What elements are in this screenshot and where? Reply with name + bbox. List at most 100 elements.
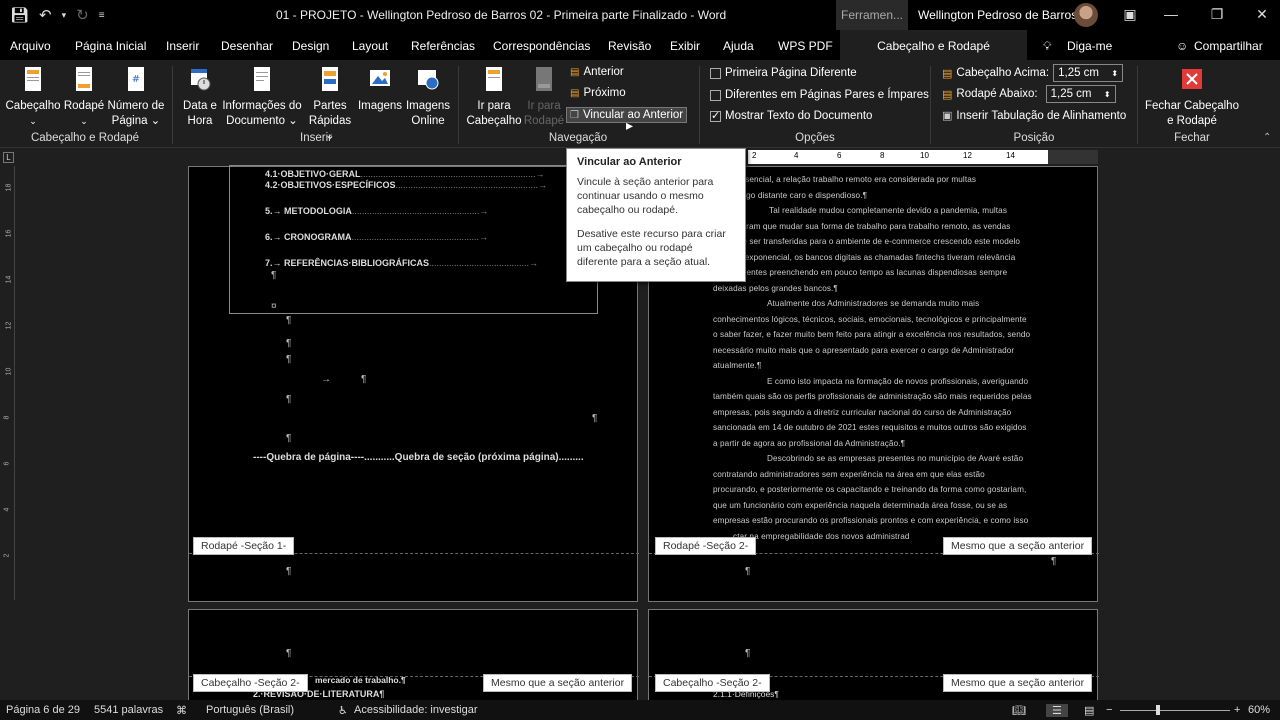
header-section-2-tag: Cabeçalho -Seção 2-	[193, 674, 308, 692]
go-to-footer-button[interactable]: Ir para Rodapé	[522, 66, 566, 129]
tab-layout[interactable]: Layout	[352, 39, 388, 53]
same-as-previous-tag: Mesmo que a seção anterior	[943, 674, 1093, 692]
header-button[interactable]: Cabeçalho ⌄	[5, 66, 61, 129]
toc-entry[interactable]: 4.2·OBJETIVOS·ESPECÍFICOS...............…	[265, 180, 547, 190]
close-header-footer-button[interactable]: Fechar Cabeçalho e Rodapé	[1144, 66, 1240, 129]
ribbon-tabs: Arquivo Página Inicial Inserir Desenhar …	[0, 30, 1280, 60]
tab-selector[interactable]: L	[3, 152, 14, 163]
page-number-button[interactable]: # Número de Página ⌄	[106, 66, 166, 129]
share-icon: ☺	[1176, 39, 1189, 53]
go-to-header-button[interactable]: Ir para Cabeçalho	[466, 66, 522, 129]
page-bottom-left: ¶ mercado de trabalho.¶ 2.·REVISÃO·DE·LI…	[188, 609, 639, 709]
tooltip-text: Desative este recurso para criar um cabe…	[577, 228, 726, 268]
online-images-button[interactable]: Imagens Online	[404, 66, 452, 129]
undo-dropdown-icon[interactable]: ▾	[62, 10, 67, 21]
page-bottom-right: ¶ 2.1.1·Definições¶ Cabeçalho -Seção 2- …	[648, 609, 1099, 709]
group-label-opcoes: Opções	[795, 132, 835, 144]
context-tools-tab: Ferramen...	[836, 0, 908, 30]
toc-entry[interactable]: 5.→ METODOLOGIA.........................…	[265, 206, 488, 216]
print-layout-icon[interactable]: ☰	[1046, 704, 1068, 717]
word-count[interactable]: 5541 palavras	[94, 704, 163, 716]
toc-entry[interactable]: 7.→ REFERÊNCIAS·BIBLIOGRÁFICAS..........…	[265, 258, 538, 268]
footer-bottom-spinner[interactable]: 1,25 cm ⬍	[1045, 85, 1116, 103]
proofing-icon[interactable]: ⌘	[176, 704, 187, 717]
tab-revisao[interactable]: Revisão	[608, 39, 651, 53]
go-to-footer-icon	[536, 67, 552, 91]
date-time-button[interactable]: Data e Hora	[180, 66, 220, 129]
go-to-header-icon	[486, 67, 502, 91]
quick-access-toolbar: 💾︎ ↶ ▾ ↻ ≡	[0, 6, 240, 24]
share-button[interactable]: Compartilhar	[1194, 39, 1263, 53]
header-position-icon: ▤	[942, 67, 953, 80]
header-icon	[25, 67, 41, 91]
page-number-icon: #	[128, 67, 144, 91]
title-bar: 💾︎ ↶ ▾ ↻ ≡ 01 - PROJETO - Wellington Ped…	[0, 0, 1280, 30]
zoom-in-icon[interactable]: +	[1234, 704, 1240, 716]
tooltip-title: Vincular ao Anterior	[577, 156, 682, 168]
quick-parts-icon	[322, 67, 338, 91]
customize-qat-icon[interactable]: ≡	[99, 10, 105, 21]
avatar[interactable]	[1074, 3, 1098, 27]
show-document-text-checkbox[interactable]: Mostrar Texto do Documento	[710, 109, 872, 122]
document-info-button[interactable]: Informações do Documento ⌄	[220, 66, 304, 129]
previous-button[interactable]: ▤ Anterior	[570, 66, 624, 78]
ribbon: Cabeçalho ⌄ Rodapé ⌄ # Número de Página …	[0, 60, 1280, 148]
first-page-different-checkbox[interactable]: Primeira Página Diferente	[710, 67, 857, 79]
tab-design[interactable]: Design	[292, 39, 329, 53]
window-title: 01 - PROJETO - Wellington Pedroso de Bar…	[276, 8, 727, 22]
group-label-navegacao: Navegação	[548, 132, 608, 144]
tab-wps-pdf[interactable]: WPS PDF	[778, 39, 833, 53]
group-label-cabecalho: Cabeçalho e Rodapé	[30, 132, 140, 144]
link-to-previous-tooltip: Vincular ao Anterior Vincule à seção ant…	[566, 148, 746, 282]
calendar-clock-icon	[191, 69, 211, 91]
alignment-tab-icon: ▣	[942, 110, 953, 122]
header-top-spinner[interactable]: 1,25 cm ⬍	[1053, 64, 1124, 82]
tab-arquivo[interactable]: Arquivo	[10, 39, 51, 53]
tab-cabecalho-rodape[interactable]: Cabeçalho e Rodapé	[840, 30, 1027, 60]
vertical-ruler: 18 16 14 12 10 8 6 4 2	[3, 166, 15, 600]
tooltip-text: Vincule à seção anterior para continuar …	[577, 176, 714, 216]
tab-correspondencias[interactable]: Correspondências	[493, 39, 590, 53]
status-bar: Página 6 de 29 5541 palavras ⌘ Português…	[0, 700, 1280, 720]
accessibility-status[interactable]: Acessibilidade: investigar	[354, 704, 478, 716]
maximize-icon[interactable]: ❐	[1202, 6, 1232, 23]
language[interactable]: Português (Brasil)	[206, 704, 294, 716]
footer-section-1-tag: Rodapé -Seção 1-	[193, 537, 295, 555]
zoom-slider[interactable]	[1120, 710, 1230, 711]
ribbon-display-icon[interactable]: ▣	[1115, 6, 1145, 23]
page-count[interactable]: Página 6 de 29	[6, 704, 80, 716]
header-section-2-tag: Cabeçalho -Seção 2-	[655, 674, 770, 692]
undo-icon[interactable]: ↶	[39, 6, 52, 24]
zoom-level[interactable]: 60%	[1248, 704, 1270, 716]
minimize-icon[interactable]: —	[1156, 6, 1186, 22]
tab-pagina-inicial[interactable]: Página Inicial	[75, 39, 146, 53]
accessibility-icon: ♿︎	[338, 705, 348, 717]
save-icon[interactable]: 💾︎	[10, 6, 29, 24]
odd-even-different-checkbox[interactable]: Diferentes em Páginas Pares e Ímpares	[710, 89, 929, 101]
next-button[interactable]: ▤ Próximo	[570, 87, 626, 99]
tab-inserir[interactable]: Inserir	[166, 39, 199, 53]
redo-icon[interactable]: ↻	[76, 6, 89, 24]
tab-exibir[interactable]: Exibir	[670, 39, 700, 53]
horizontal-ruler: 2 4 6 8 10 12 14	[748, 150, 1098, 164]
tab-ajuda[interactable]: Ajuda	[723, 39, 754, 53]
toc-entry[interactable]: 4.1·OBJETIVO·GERAL......................…	[265, 169, 545, 179]
images-button[interactable]: Imagens	[356, 66, 404, 114]
header-top-setting: ▤ Cabeçalho Acima: 1,25 cm ⬍	[942, 64, 1124, 82]
zoom-out-icon[interactable]: −	[1106, 704, 1112, 716]
online-image-icon	[418, 70, 439, 90]
footer-button[interactable]: Rodapé ⌄	[62, 66, 106, 129]
toc-entry[interactable]: 6.→ CRONOGRAMA..........................…	[265, 232, 488, 242]
tab-desenhar[interactable]: Desenhar	[221, 39, 273, 53]
previous-icon: ▤	[570, 66, 580, 78]
tell-me-search[interactable]: Diga-me	[1067, 39, 1112, 53]
web-layout-icon[interactable]: ▤	[1084, 704, 1094, 717]
user-name[interactable]: Wellington Pedroso de Barros	[918, 8, 1077, 22]
insert-alignment-tab-button[interactable]: ▣ Inserir Tabulação de Alinhamento	[942, 109, 1126, 123]
collapse-ribbon-icon[interactable]: ⌃	[1263, 132, 1271, 143]
lightbulb-icon: 💡︎	[1043, 39, 1052, 53]
tab-referencias[interactable]: Referências	[411, 39, 475, 53]
close-icon[interactable]: ✕	[1247, 6, 1277, 23]
read-mode-icon[interactable]: 📖︎	[1012, 704, 1026, 717]
zoom-slider-thumb[interactable]	[1156, 705, 1160, 715]
